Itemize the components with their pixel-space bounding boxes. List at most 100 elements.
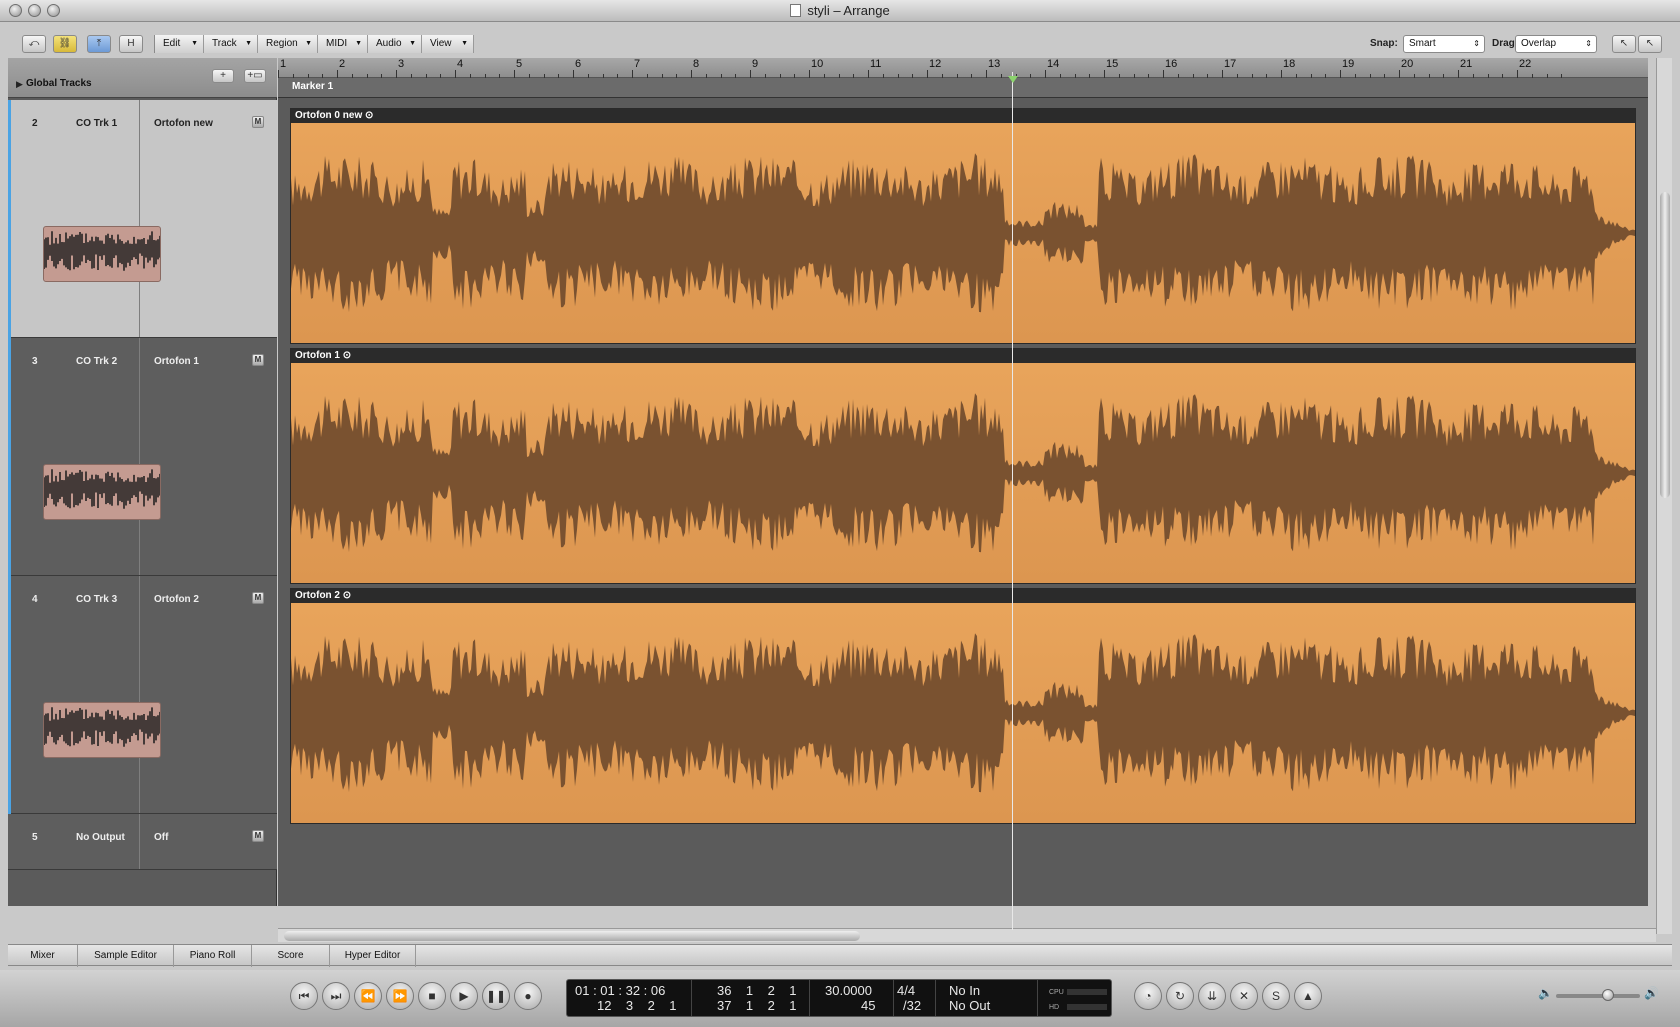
horizontal-scroll-thumb[interactable] xyxy=(284,931,860,941)
hide-button[interactable]: H xyxy=(119,35,143,53)
pointer-tool-icon[interactable]: ↖ xyxy=(1612,35,1636,53)
track-number: 4 xyxy=(32,594,38,605)
channel-thumbnail xyxy=(43,702,161,758)
marker-label[interactable]: Marker 1 xyxy=(292,81,333,92)
ruler-tick xyxy=(1281,70,1282,78)
region-menu[interactable]: Region ▼ xyxy=(258,35,318,53)
bar-number: 20 xyxy=(1401,58,1414,70)
vertical-scrollbar[interactable] xyxy=(1656,58,1672,934)
rewind-icon[interactable]: ⏪ xyxy=(354,982,382,1010)
view-menu[interactable]: View ▼ xyxy=(422,35,474,53)
track-number: 5 xyxy=(32,832,38,843)
track-list: ▶ Global Tracks + +▭ 2 CO Trk 1 Ortofon … xyxy=(8,58,277,906)
bar-number: 18 xyxy=(1283,58,1296,70)
add-track-button[interactable]: + xyxy=(212,69,234,83)
cycle-icon[interactable]: ↻ xyxy=(1166,982,1194,1010)
link-icon[interactable]: ⛓ xyxy=(53,35,77,53)
record-icon[interactable]: ● xyxy=(514,982,542,1010)
bar-ruler[interactable]: 1 2 3 4 5 6 7 8 9 10 11 12 13 14 15 16 17 18 19 20 21 22 xyxy=(278,58,1648,78)
playhead-marker-icon[interactable] xyxy=(1008,76,1018,83)
audio-region[interactable]: Ortofon 2 ⊙ xyxy=(290,588,1636,824)
catch-icon[interactable]: ⤒ xyxy=(87,35,111,53)
hd-label: HD xyxy=(1049,1004,1060,1011)
tab-mixer[interactable]: Mixer xyxy=(8,945,78,967)
tab-sample-editor[interactable]: Sample Editor xyxy=(78,945,174,967)
disclosure-triangle-icon[interactable]: ▶ xyxy=(16,79,23,90)
ruler-tick xyxy=(514,70,515,78)
channel-name: Ortofon 1 xyxy=(154,356,199,367)
tab-score[interactable]: Score xyxy=(252,945,330,967)
pause-icon[interactable]: ❚❚ xyxy=(482,982,510,1010)
toolbar: ⤺ ⛓ ⤒ H Edit ▼ Track ▼ Region ▼ MIDI ▼ Audio… xyxy=(8,32,1672,56)
midi-menu[interactable]: MIDI ▼ xyxy=(318,35,368,53)
audio-region[interactable]: Ortofon 1 ⊙ xyxy=(290,348,1636,584)
vertical-scroll-thumb[interactable] xyxy=(1660,192,1670,498)
autopunch-icon[interactable]: ⇊ xyxy=(1198,982,1226,1010)
global-tracks-header[interactable]: ▶ Global Tracks + +▭ xyxy=(8,58,277,98)
back-button[interactable]: ⤺ xyxy=(22,35,46,53)
playhead[interactable] xyxy=(1012,72,1013,930)
track-name[interactable]: No Output xyxy=(76,832,125,843)
selection-indicator xyxy=(8,338,11,576)
audio-region[interactable]: Ortofon 0 new ⊙ xyxy=(290,108,1636,344)
go-to-position-icon[interactable]: ⏭ xyxy=(322,982,350,1010)
time-signature: 4/4 xyxy=(897,983,916,998)
snap-select[interactable]: Smart ⇕ xyxy=(1403,35,1485,53)
track-menu[interactable]: Track ▼ xyxy=(204,35,258,53)
close-button[interactable] xyxy=(9,4,22,17)
track-row[interactable]: 3 CO Trk 2 Ortofon 1 M xyxy=(8,338,277,576)
metronome-icon[interactable]: ▲ xyxy=(1294,982,1322,1010)
go-to-start-icon[interactable]: ⏮ xyxy=(290,982,318,1010)
track-name[interactable]: CO Trk 2 xyxy=(76,356,117,367)
waveform xyxy=(291,393,1635,553)
tab-hyper-editor[interactable]: Hyper Editor xyxy=(330,945,416,967)
bar-number: 2 xyxy=(339,58,346,70)
mute-button[interactable]: M xyxy=(252,830,264,842)
zoom-button[interactable] xyxy=(47,4,60,17)
secondary-tool-icon[interactable]: ↖ xyxy=(1638,35,1662,53)
new-folder-icon[interactable]: +▭ xyxy=(244,69,266,83)
transport-display[interactable]: 01 : 01 : 32 : 06 12 3 2 1 36 1 2 1 37 1… xyxy=(566,979,1112,1017)
volume-knob[interactable] xyxy=(1602,989,1614,1001)
fast-forward-icon[interactable]: ⏩ xyxy=(386,982,414,1010)
division: /32 xyxy=(903,998,922,1013)
marker-lane[interactable]: Marker 1 xyxy=(278,78,1648,98)
ruler-tick xyxy=(1458,70,1459,78)
play-icon[interactable]: ▶ xyxy=(450,982,478,1010)
replace-icon[interactable]: ◔ xyxy=(1134,982,1162,1010)
bar-number: 6 xyxy=(575,58,582,70)
ruler-tick xyxy=(691,70,692,78)
region-title: Ortofon 1 ⊙ xyxy=(291,349,1635,363)
audio-menu[interactable]: Audio ▼ xyxy=(368,35,422,53)
track-name[interactable]: CO Trk 3 xyxy=(76,594,117,605)
mute-button[interactable]: M xyxy=(252,354,264,366)
master-volume-slider[interactable] xyxy=(1556,994,1640,998)
solo-icon[interactable]: ✕ xyxy=(1230,982,1258,1010)
region-title: Ortofon 2 ⊙ xyxy=(291,589,1635,603)
bar-number: 13 xyxy=(988,58,1001,70)
ruler-tick xyxy=(455,70,456,78)
sync-icon[interactable]: S xyxy=(1262,982,1290,1010)
smpte-time: 01 : 01 : 32 : 06 xyxy=(575,983,666,998)
mute-button[interactable]: M xyxy=(252,592,264,604)
track-row[interactable]: 5 No Output Off M xyxy=(8,814,277,870)
waveform-path xyxy=(291,153,1635,313)
arrange-area[interactable]: 1 2 3 4 5 6 7 8 9 10 11 12 13 14 15 16 17 18 19 20 21 22 Mark… xyxy=(278,58,1648,906)
track-row[interactable]: 2 CO Trk 1 Ortofon new M xyxy=(8,100,277,338)
waveform-path xyxy=(291,393,1635,553)
mute-button[interactable]: M xyxy=(252,116,264,128)
stop-icon[interactable]: ■ xyxy=(418,982,446,1010)
horizontal-scrollbar[interactable] xyxy=(278,928,1656,942)
track-number: 3 xyxy=(32,356,38,367)
end-position: 37 1 2 1 xyxy=(717,998,797,1013)
drag-select[interactable]: Overlap ⇕ xyxy=(1515,35,1597,53)
ruler-tick xyxy=(868,70,869,78)
track-name[interactable]: CO Trk 1 xyxy=(76,118,117,129)
track-row[interactable]: 4 CO Trk 3 Ortofon 2 M xyxy=(8,576,277,814)
edit-menu[interactable]: Edit ▼ xyxy=(154,35,204,53)
channel-name: Ortofon new xyxy=(154,118,213,129)
midi-in: No In xyxy=(949,983,981,998)
tab-piano-roll[interactable]: Piano Roll xyxy=(174,945,252,967)
midi-out: No Out xyxy=(949,998,991,1013)
minimize-button[interactable] xyxy=(28,4,41,17)
